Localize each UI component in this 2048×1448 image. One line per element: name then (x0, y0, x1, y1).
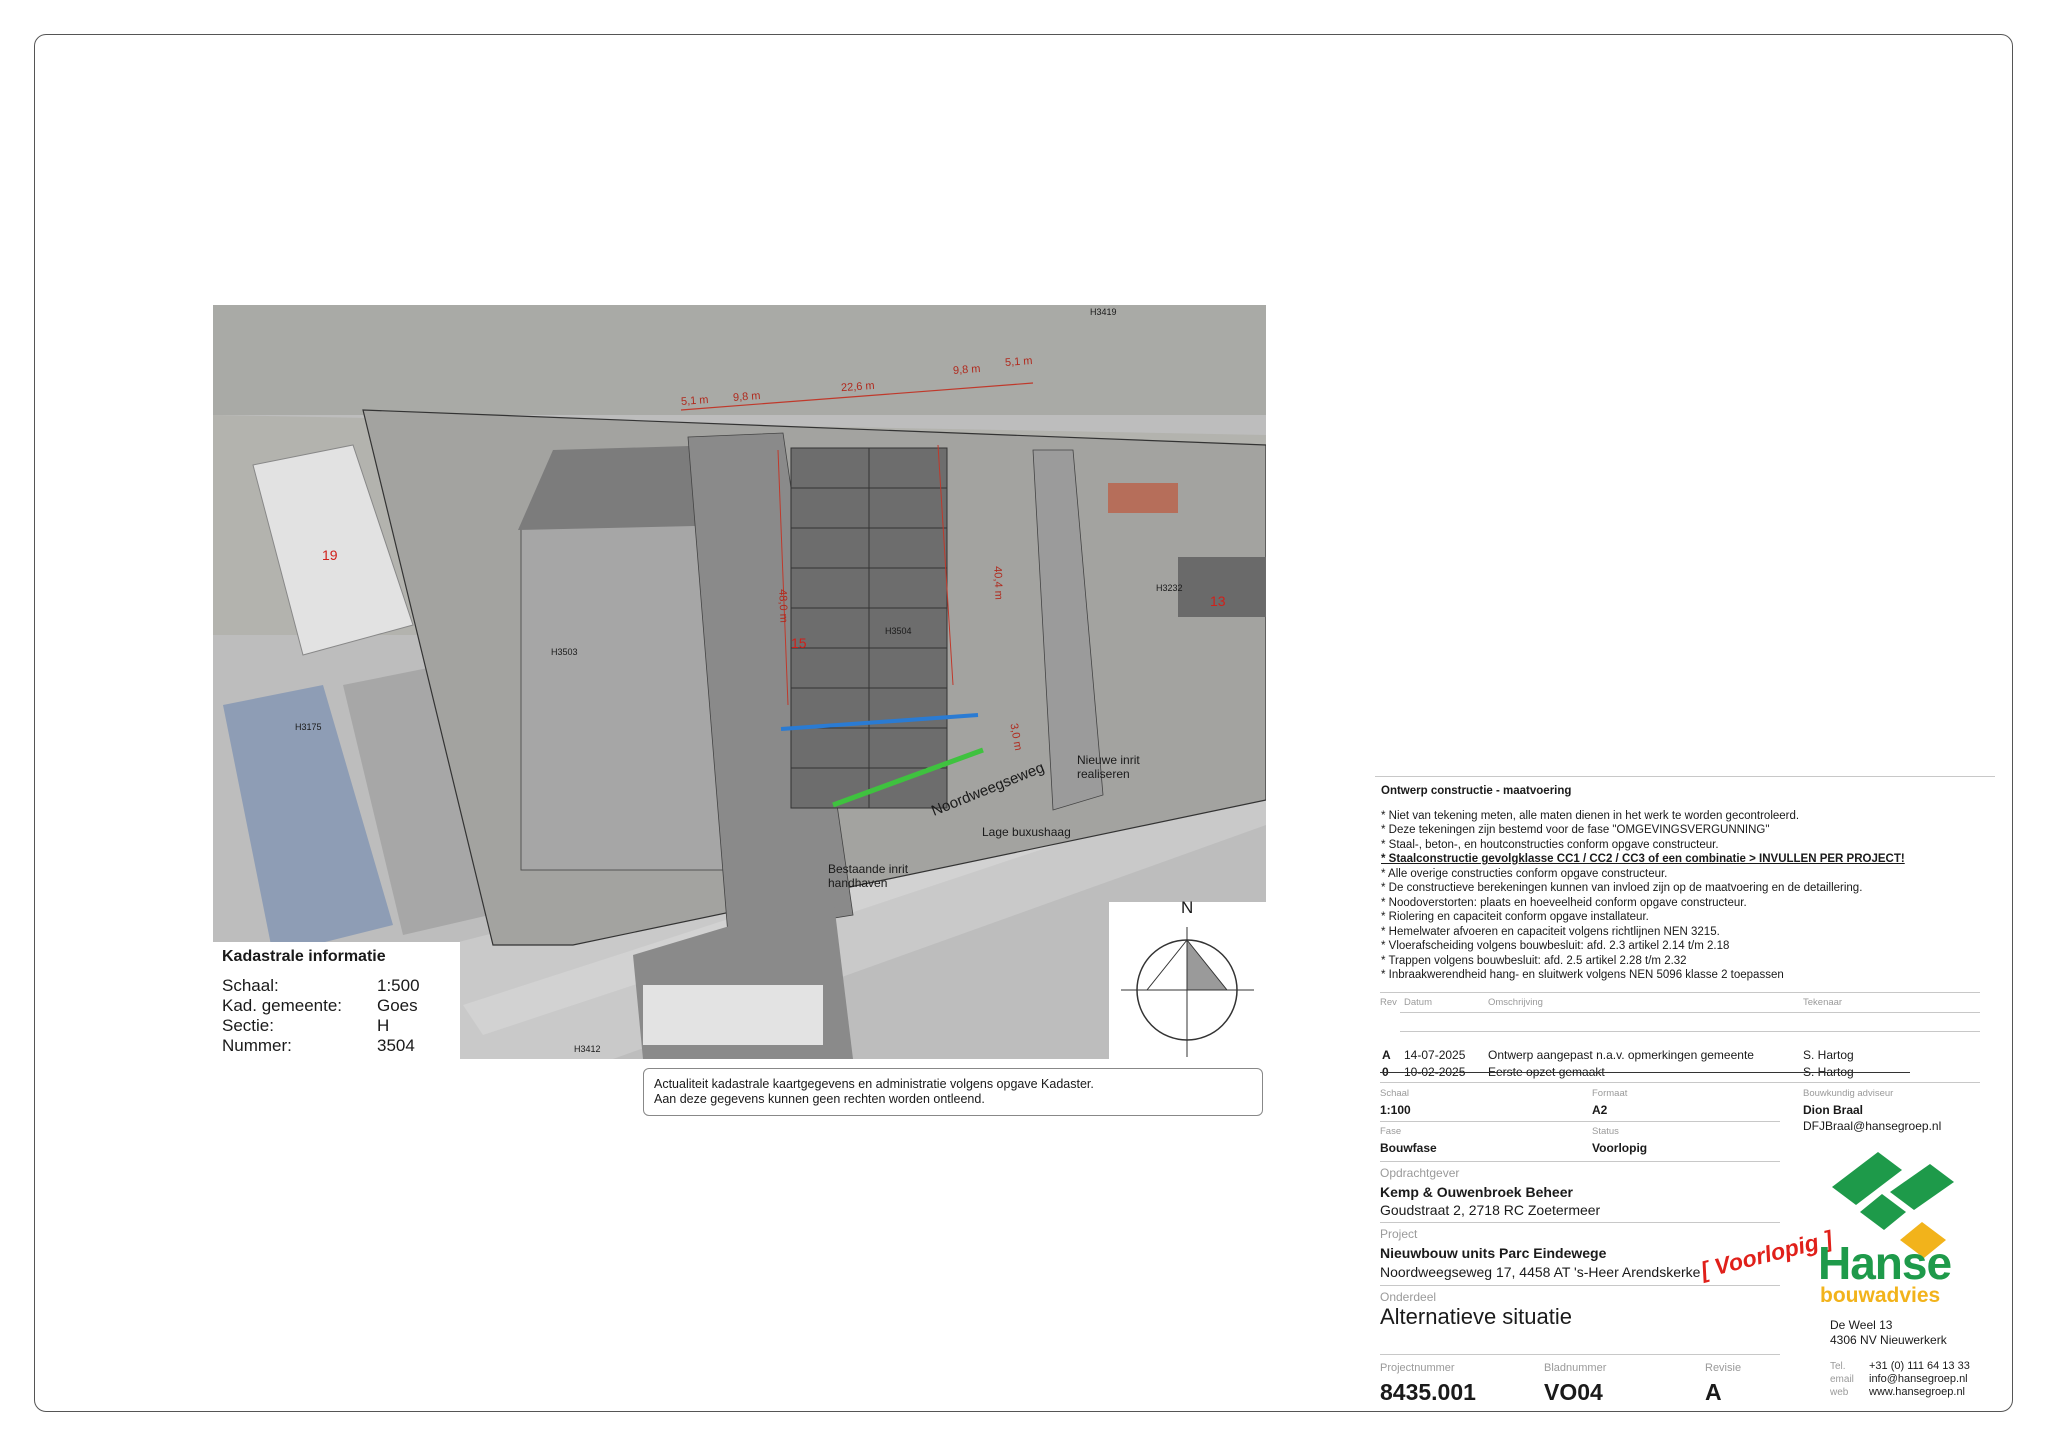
client-address: Goudstraat 2, 2718 RC Zoetermeer (1380, 1202, 1601, 1218)
cadastral-row: Nummer: 3504 (222, 1036, 415, 1055)
notes-title: Ontwerp constructie - maatvoering (1381, 785, 1572, 797)
status-value: Voorlopig (1592, 1141, 1648, 1155)
note-item: * Noodoverstorten: plaats en hoeveelheid… (1381, 896, 1747, 909)
sheet-number-caption: Bladnummer (1544, 1362, 1607, 1374)
building-number: 13 (1210, 593, 1226, 609)
parcel-label: H3419 (1090, 307, 1117, 317)
company-email[interactable]: info@hansegroep.nl (1869, 1373, 1968, 1385)
advisor-email[interactable]: DFJBraal@hansegroep.nl (1803, 1119, 1941, 1133)
format-caption: Formaat (1592, 1088, 1628, 1099)
construction-notes: Ontwerp constructie - maatvoering * Niet… (1381, 784, 1993, 983)
note-item: * Trappen volgens bouwbesluit: afd. 2.5 … (1381, 954, 1687, 967)
divider (1400, 1031, 1980, 1032)
dimension-label: 5,1 m (680, 394, 709, 408)
divider (1380, 1082, 1980, 1083)
note-item: * De constructieve berekeningen kunnen v… (1381, 882, 1863, 894)
project-caption: Project (1380, 1227, 1418, 1241)
divider (1380, 1285, 1780, 1286)
rev-header: Rev (1380, 997, 1397, 1008)
revision-code: A (1382, 1048, 1391, 1062)
contact-caption: email (1830, 1374, 1854, 1385)
north-arrow: N (1109, 898, 1266, 1059)
divider (1380, 992, 1980, 993)
scale-value: 1:100 (1380, 1103, 1411, 1117)
project-number-caption: Projectnummer (1380, 1362, 1455, 1374)
revision-drawer: S. Hartog (1803, 1048, 1854, 1062)
dimension-label: 9,8 m (952, 363, 981, 377)
note-item: * Hemelwater afvoeren en capaciteit volg… (1381, 925, 1720, 938)
north-arrow-icon (1121, 927, 1254, 1057)
note-item: * Deze tekeningen zijn bestemd voor de f… (1381, 824, 1770, 836)
part-title: Alternatieve situatie (1380, 1304, 1572, 1329)
divider (1400, 1012, 1980, 1013)
company-address-line2: 4306 NV Nieuwerkerk (1830, 1333, 1947, 1347)
note-item: * Niet van tekening meten, alle maten di… (1381, 809, 1800, 822)
revision-caption: Revisie (1705, 1362, 1742, 1374)
phase-value: Bouwfase (1380, 1141, 1437, 1155)
divider (1380, 1222, 1780, 1223)
desc-header: Omschrijving (1488, 997, 1543, 1008)
north-label: N (1181, 898, 1194, 917)
dimension-label: 5,1 m (1004, 355, 1033, 369)
parcel-label: H3175 (295, 722, 322, 732)
client-caption: Opdrachtgever (1380, 1166, 1460, 1180)
format-value: A2 (1592, 1103, 1608, 1117)
parcel-label: H3412 (574, 1044, 601, 1054)
note-item: * Staalconstructie gevolgklasse CC1 / CC… (1381, 853, 1905, 865)
company-phone[interactable]: +31 (0) 111 64 13 33 (1869, 1360, 1970, 1372)
annotation-hedge: Lage buxushaag (982, 825, 1071, 839)
project-name: Nieuwbouw units Parc Eindewege (1380, 1245, 1607, 1261)
company-subtitle: bouwadvies (1820, 1284, 1941, 1307)
building-number: 19 (322, 547, 338, 563)
divider (1380, 1161, 1780, 1162)
drawer-header: Tekenaar (1803, 997, 1843, 1008)
status-caption: Status (1592, 1126, 1619, 1137)
revision-description: Ontwerp aangepast n.a.v. opmerkingen gem… (1488, 1048, 1754, 1062)
note-item: * Alle overige constructies conform opga… (1381, 867, 1668, 880)
sheet-number: VO04 (1544, 1379, 1603, 1405)
annotation-new-entry: Nieuwe inrit realiseren (1077, 753, 1140, 781)
cadastral-info-box: Kadastrale informatie Schaal: 1:500 Kad. … (213, 942, 460, 1059)
divider (1380, 1354, 1780, 1355)
company-name: Hanse (1818, 1237, 1952, 1289)
divider (1380, 1121, 1780, 1122)
dimension-label: 22,6 m (840, 379, 876, 395)
title-block-divider (1375, 776, 1995, 777)
client-name: Kemp & Ouwenbroek Beheer (1380, 1184, 1573, 1200)
project-address: Noordweegseweg 17, 4458 AT 's-Heer Arend… (1380, 1264, 1701, 1280)
strikethrough-line (1380, 1072, 1910, 1073)
parcel-label: H3504 (885, 626, 912, 636)
cadastral-row: Schaal: 1:500 (222, 976, 420, 995)
cadastral-row: Kad. gemeente: Goes (222, 996, 418, 1015)
revision-value: A (1705, 1379, 1722, 1405)
parcel-label: H3503 (551, 647, 578, 657)
dimension-label: 40,4 m (991, 565, 1005, 601)
project-number: 8435.001 (1380, 1379, 1476, 1405)
scale-caption: Schaal (1380, 1088, 1410, 1099)
contact-caption: web (1830, 1387, 1849, 1398)
cadastral-title: Kadastrale informatie (222, 948, 386, 965)
annotation-existing-entry: Bestaande inrit handhaven (828, 862, 909, 890)
part-caption: Onderdeel (1380, 1290, 1437, 1304)
revision-date: 14-07-2025 (1404, 1048, 1466, 1062)
note-item: * Staal-, beton-, en houtconstructies co… (1381, 838, 1719, 851)
dimension-label: 48,0 m (776, 588, 790, 624)
cadastral-disclaimer: Actualiteit kadastrale kaartgegevens en … (643, 1068, 1263, 1116)
note-item: * Vloerafscheiding volgens bouwbesluit: … (1381, 940, 1730, 952)
building-number: 15 (791, 635, 807, 651)
dimension-label: 9,8 m (732, 390, 761, 404)
contact-caption: Tel. (1830, 1361, 1846, 1372)
note-item: * Inbraakwerendheid hang- en sluitwerk v… (1381, 969, 1784, 981)
cadastral-row: Sectie: H (222, 1016, 390, 1035)
advisor-caption: Bouwkundig adviseur (1803, 1088, 1894, 1099)
company-address-line1: De Weel 13 (1830, 1318, 1893, 1332)
company-website[interactable]: www.hansegroep.nl (1869, 1386, 1965, 1398)
advisor-name: Dion Braal (1803, 1103, 1864, 1117)
note-item: * Riolering en capaciteit conform opgave… (1381, 911, 1649, 923)
phase-caption: Fase (1380, 1126, 1402, 1137)
date-header: Datum (1404, 997, 1432, 1008)
parcel-label: H3232 (1156, 583, 1183, 593)
